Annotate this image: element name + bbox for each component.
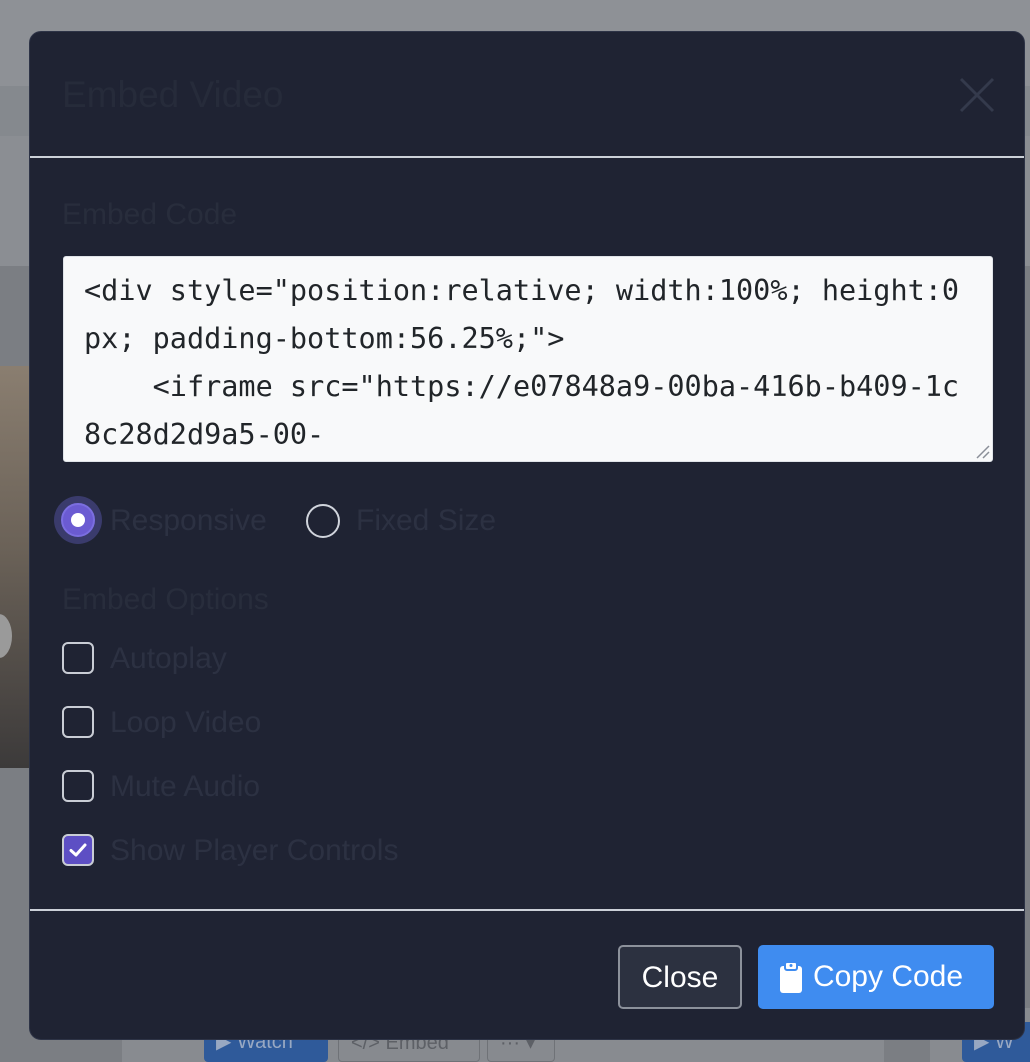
modal-title: Embed Video xyxy=(62,74,284,115)
copy-code-label: Copy Code xyxy=(812,960,964,993)
radio-fixed-size-label: Fixed Size xyxy=(356,504,497,537)
embed-code-label: Embed Code xyxy=(62,198,238,231)
checkbox-mute-audio-label: Mute Audio xyxy=(110,770,261,803)
radio-fixed-size[interactable]: Fixed Size xyxy=(306,502,536,542)
checkbox-autoplay-label: Autoplay xyxy=(110,642,227,675)
checkbox-box[interactable] xyxy=(62,770,94,802)
checkbox-box[interactable] xyxy=(62,706,94,738)
size-mode-radio-group: Responsive Fixed Size xyxy=(30,496,1024,544)
close-icon[interactable] xyxy=(958,76,996,114)
embed-code-text: <div style="position:relative; width:100… xyxy=(84,274,960,451)
resize-grip-icon[interactable] xyxy=(974,443,990,459)
embed-options-label: Embed Options xyxy=(62,583,269,616)
radio-unchecked-indicator xyxy=(306,504,340,538)
checkbox-loop-video-label: Loop Video xyxy=(110,706,262,739)
checkbox-mute-audio[interactable]: Mute Audio xyxy=(62,768,562,808)
embed-code-textarea[interactable]: <div style="position:relative; width:100… xyxy=(63,256,993,462)
modal-footer: Close Copy Code xyxy=(30,909,1024,1039)
checkbox-box-checked[interactable] xyxy=(62,834,94,866)
checkmark-icon xyxy=(69,843,87,857)
checkbox-loop-video[interactable]: Loop Video xyxy=(62,704,562,744)
checkbox-autoplay[interactable]: Autoplay xyxy=(62,640,562,680)
radio-dot xyxy=(71,513,85,527)
checkbox-show-player-controls-label: Show Player Controls xyxy=(110,834,399,867)
radio-responsive[interactable]: Responsive xyxy=(54,496,314,544)
embed-video-modal: Embed Video Embed Code <div style="posit… xyxy=(29,31,1025,1040)
modal-header: Embed Video xyxy=(30,32,1024,158)
copy-code-button[interactable]: Copy Code xyxy=(758,945,994,1009)
close-button[interactable]: Close xyxy=(618,945,742,1009)
checkbox-show-player-controls[interactable]: Show Player Controls xyxy=(62,832,562,872)
radio-responsive-label: Responsive xyxy=(110,504,267,537)
clipboard-icon xyxy=(780,962,802,993)
checkbox-box[interactable] xyxy=(62,642,94,674)
